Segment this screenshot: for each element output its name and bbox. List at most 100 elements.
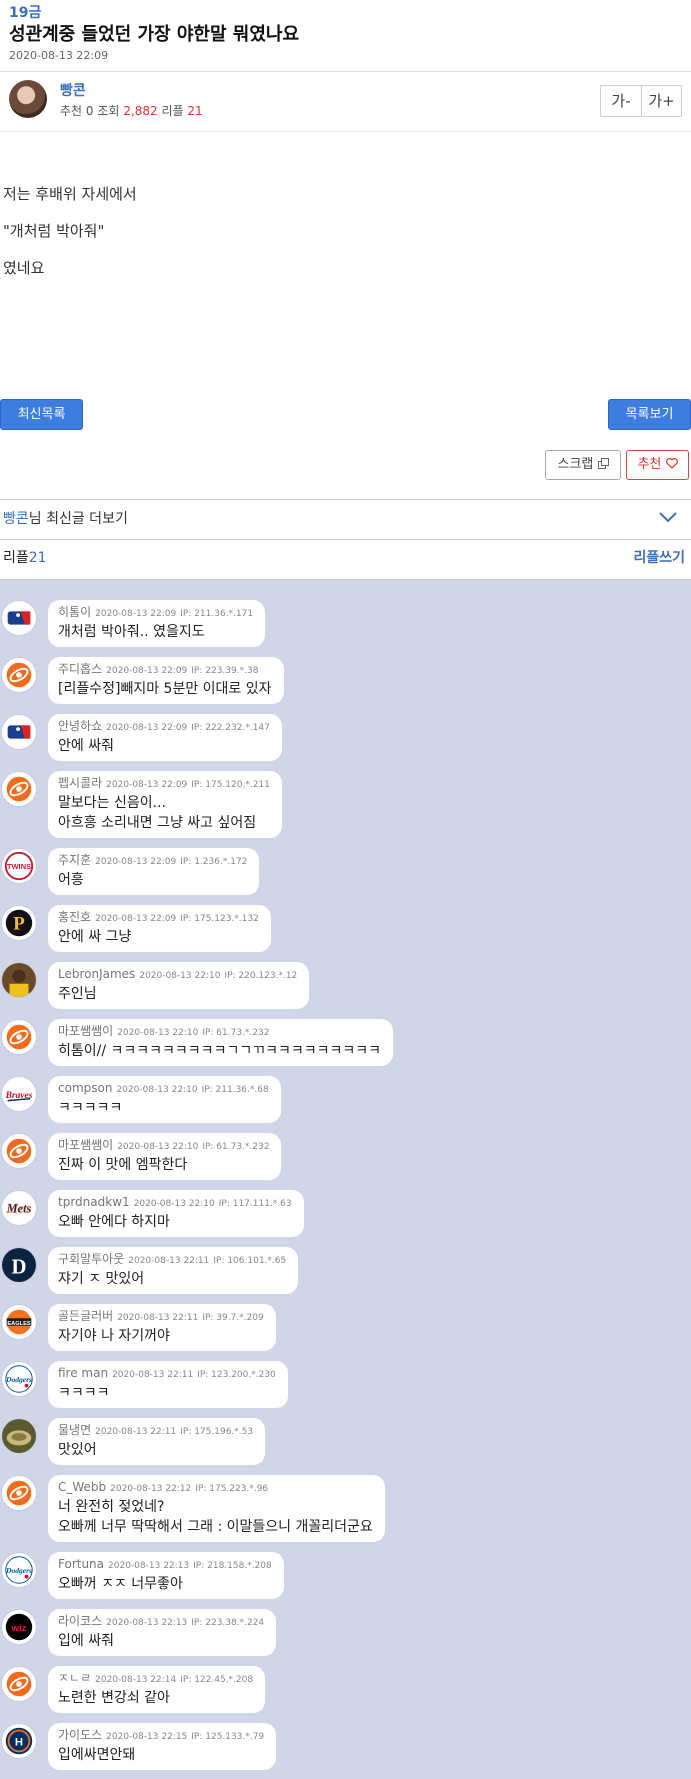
comment-author[interactable]: ㅈㄴㄹ xyxy=(58,1671,91,1685)
orange-logo-avatar[interactable] xyxy=(1,1133,37,1169)
eagles-logo-avatar[interactable]: EAGLES xyxy=(1,1304,37,1340)
post-title: 성관계중 들었던 가장 야한말 뭐였나요 xyxy=(9,24,300,45)
comment-item: Dodgers Fortuna 2020-08-13 22:13 IP: 218.15… xyxy=(0,1552,691,1599)
comment-author[interactable]: C_Webb xyxy=(58,1480,106,1494)
comment-bubble: fire man 2020-08-13 22:11 IP: 123.200.*.23… xyxy=(48,1361,288,1408)
comment-author[interactable]: Fortuna xyxy=(58,1557,104,1571)
post-content: 저는 후배위 자세에서 "개처럼 박아줘" 였네요 xyxy=(0,132,691,397)
comment-text: 너 완전히 젖었네? xyxy=(58,1499,165,1515)
dodgers-logo-avatar[interactable]: Dodgers xyxy=(1,1552,37,1588)
comment-meta: ㅈㄴㄹ 2020-08-13 22:14 IP: 122.45.*.208 xyxy=(58,1670,253,1688)
comment-author[interactable]: 안녕하쇼 xyxy=(58,719,102,733)
font-smaller-button[interactable]: 가- xyxy=(601,86,641,116)
comment-time: 2020-08-13 22:09 xyxy=(106,780,188,790)
tigers-logo-avatar[interactable]: D xyxy=(1,1247,37,1283)
comment-time: 2020-08-13 22:10 xyxy=(117,1142,199,1152)
font-larger-button[interactable]: 가+ xyxy=(641,86,681,116)
comment-author[interactable]: fire man xyxy=(58,1366,108,1380)
mets-logo-avatar[interactable]: Mets xyxy=(1,1190,37,1226)
comment-item: ㅈㄴㄹ 2020-08-13 22:14 IP: 122.45.*.208 노련한 변… xyxy=(0,1666,691,1713)
comment-author[interactable]: compson xyxy=(58,1081,112,1095)
comment-meta: 주디홉스 2020-08-13 22:09 IP: 223.39.*.38 xyxy=(58,661,272,679)
comment-author[interactable]: 주디홉스 xyxy=(58,662,102,676)
comment-time: 2020-08-13 22:10 xyxy=(116,1085,198,1095)
orange-logo-avatar[interactable] xyxy=(1,771,37,807)
comment-author[interactable]: 가이도스 xyxy=(58,1728,102,1742)
svg-text:Dodgers: Dodgers xyxy=(5,1375,32,1384)
comment-item: 마포쌤쌤이 2020-08-13 22:10 IP: 61.73.*.232 히톰이/… xyxy=(0,1019,691,1066)
comment-time: 2020-08-13 22:14 xyxy=(95,1675,177,1685)
comment-time: 2020-08-13 22:10 xyxy=(139,971,221,981)
post-stats: 추천 0 조회 2,882 리플 21 xyxy=(60,102,203,119)
orange-logo-avatar[interactable] xyxy=(1,657,37,693)
svg-text:H: H xyxy=(15,1737,23,1749)
comment-item: EAGLES 골든글러버 2020-08-13 22:11 IP: 39.7.*.20… xyxy=(0,1304,691,1351)
svg-text:EAGLES: EAGLES xyxy=(7,1321,30,1327)
comment-bubble: 가이도스 2020-08-13 22:15 IP: 125.133.*.79 입에싸면… xyxy=(48,1723,277,1770)
content-line: 저는 후배위 자세에서 xyxy=(3,185,137,203)
comment-item: 펩시콜라 2020-08-13 22:09 IP: 175.120.*.211 말보다… xyxy=(0,771,691,838)
comment-author[interactable]: 홍진호 xyxy=(58,910,91,924)
braves-logo-avatar[interactable]: Braves xyxy=(1,1076,37,1112)
action-row: 스크랩 추천 xyxy=(0,445,691,500)
pirates-logo-avatar[interactable]: P xyxy=(1,905,37,941)
comment-author[interactable]: tprdnadkw1 xyxy=(58,1195,130,1209)
author-name[interactable]: 빵콘 xyxy=(60,80,86,100)
comment-author[interactable]: 펩시콜라 xyxy=(58,776,102,790)
comment-meta: 안녕하쇼 2020-08-13 22:09 IP: 222.232.*.147 xyxy=(58,718,270,736)
comment-text: ㅋㅋㅋㅋㅋ xyxy=(58,1100,123,1116)
scrap-button[interactable]: 스크랩 xyxy=(545,450,621,480)
comment-bubble: 홍진호 2020-08-13 22:09 IP: 175.123.*.132 안에 싸… xyxy=(48,905,271,952)
comment-author[interactable]: 주지훈 xyxy=(58,853,91,867)
comment-author[interactable]: 히톰이 xyxy=(58,605,91,619)
comment-bubble: 주디홉스 2020-08-13 22:09 IP: 223.39.*.38 [리플수정… xyxy=(48,657,284,704)
mlb-logo-avatar[interactable] xyxy=(1,600,37,636)
latest-list-button[interactable]: 최신목록 xyxy=(0,399,83,430)
comment-text: [리플수정]빼지마 5분만 이대로 있자 xyxy=(58,681,272,697)
comment-ip: IP: 223.39.*.38 xyxy=(191,666,259,676)
astros-logo-avatar[interactable]: H xyxy=(1,1723,37,1759)
comment-meta: 주지훈 2020-08-13 22:09 IP: 1.236.*.172 xyxy=(58,852,247,870)
comment-item: Dodgers fire man 2020-08-13 22:11 IP: 123.2… xyxy=(0,1361,691,1408)
more-label: 님 최신글 더보기 xyxy=(28,511,128,527)
recommend-count: 0 xyxy=(85,104,94,118)
list-view-button[interactable]: 목록보기 xyxy=(608,399,691,430)
food-photo-avatar[interactable] xyxy=(1,1418,37,1454)
comment-author[interactable]: 마포쌤쌤이 xyxy=(58,1138,113,1152)
comment-bubble: 주지훈 2020-08-13 22:09 IP: 1.236.*.172 어흥 xyxy=(48,848,260,895)
mlb-logo-avatar[interactable] xyxy=(1,714,37,750)
comment-meta: 홍진호 2020-08-13 22:09 IP: 175.123.*.132 xyxy=(58,909,259,927)
comment-author[interactable]: 물냉면 xyxy=(58,1423,91,1437)
reply-write-button[interactable]: 리플쓰기 xyxy=(633,540,685,576)
comment-text: ㅋㅋㅋㅋ xyxy=(58,1385,110,1401)
comment-ip: IP: 39.7.*.209 xyxy=(202,1313,264,1323)
post-header: 19금 성관계중 들었던 가장 야한말 뭐였나요 2020-08-13 22:0… xyxy=(0,0,691,72)
comment-author[interactable]: 라이코스 xyxy=(58,1614,102,1628)
comment-ip: IP: 117.111.*.63 xyxy=(218,1199,292,1209)
svg-text:P: P xyxy=(13,914,25,935)
comment-author[interactable]: LebronJames xyxy=(58,967,135,981)
comment-author[interactable]: 구회말투아웃 xyxy=(58,1252,124,1266)
orange-logo-avatar[interactable] xyxy=(1,1666,37,1702)
orange-logo-avatar[interactable] xyxy=(1,1019,37,1055)
author-more-posts[interactable]: 빵콘님 최신글 더보기 xyxy=(0,500,691,540)
views-count: 2,882 xyxy=(123,104,158,118)
photo-avatar-avatar[interactable] xyxy=(1,962,37,998)
author-avatar[interactable] xyxy=(9,80,47,118)
orange-logo-avatar[interactable] xyxy=(1,1475,37,1511)
twins-logo-avatar[interactable]: TWINS xyxy=(1,848,37,884)
comment-author[interactable]: 마포쌤쌤이 xyxy=(58,1024,113,1038)
comment-bubble: compson 2020-08-13 22:10 IP: 211.36.*.68 ㅋㅋ… xyxy=(48,1076,281,1123)
comment-author[interactable]: 골든글러버 xyxy=(58,1309,113,1323)
reply-label: 리플 xyxy=(3,550,29,566)
recommend-button[interactable]: 추천 xyxy=(626,450,689,480)
post-category[interactable]: 19금 xyxy=(9,4,682,22)
comment-text: 오빠꺼 ㅈㅈ 너무좋아 xyxy=(58,1576,183,1592)
dodgers-logo-avatar[interactable]: Dodgers xyxy=(1,1361,37,1397)
comment-text: 입에 싸줘 xyxy=(58,1633,114,1649)
font-size-controls: 가- 가+ xyxy=(600,85,682,117)
comment-ip: IP: 61.73.*.232 xyxy=(202,1142,270,1152)
wiz-logo-avatar[interactable]: wiz xyxy=(1,1609,37,1645)
comment-bubble: Fortuna 2020-08-13 22:13 IP: 218.158.*.208… xyxy=(48,1552,284,1599)
comment-ip: IP: 1.236.*.172 xyxy=(180,857,248,867)
